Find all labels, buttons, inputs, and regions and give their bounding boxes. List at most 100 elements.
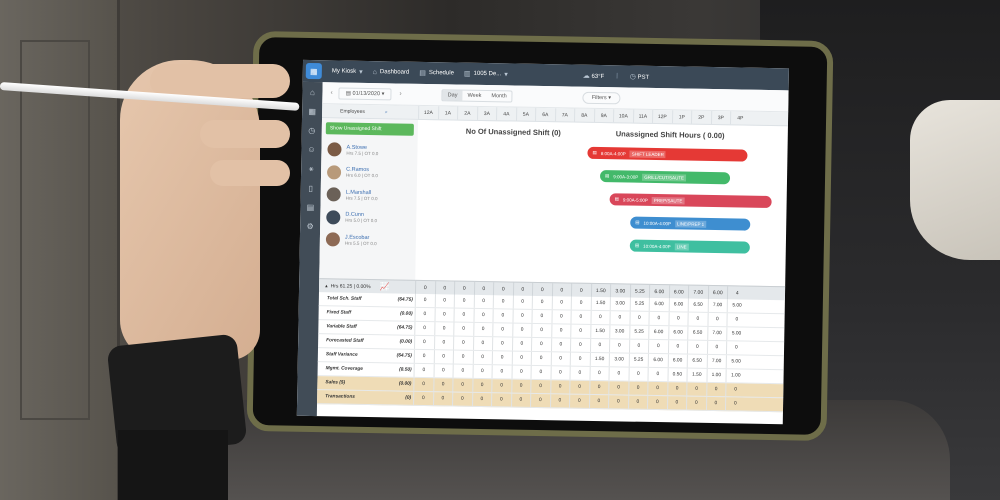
hour-header-cell: 1P <box>671 110 692 124</box>
table-cell: 0 <box>550 366 570 380</box>
app-logo-icon[interactable]: ▦ <box>305 62 322 80</box>
row-label: Mgmt. Coverage <box>325 366 364 372</box>
people-icon[interactable]: ☺ <box>307 145 315 154</box>
table-cell: 0 <box>569 338 590 352</box>
shift-bar[interactable]: ▤ 10:00A-4:00P LINE <box>629 239 750 254</box>
hour-header-cell: 9A <box>593 108 614 123</box>
network-icon[interactable]: ⚹ <box>309 164 314 174</box>
table-cell: 0 <box>453 336 473 350</box>
table-cell: 6.00 <box>647 353 668 368</box>
row-total: (64.75) <box>397 325 413 331</box>
employee-row[interactable]: J.Escobar Hrs 5.5 | OT 0.0 <box>320 228 416 252</box>
prev-day-button[interactable]: ‹ <box>330 89 332 96</box>
divider: | <box>616 73 618 80</box>
dashboard-label: Dashboard <box>379 69 410 76</box>
table-cell: 6.50 <box>687 326 707 340</box>
hour-header-cell: 1A <box>437 106 458 120</box>
nav-dashboard[interactable]: ⌂ Dashboard <box>373 69 410 77</box>
table-cell: 0 <box>414 321 434 336</box>
clock-icon[interactable]: ◷ <box>308 126 315 135</box>
home-icon: ⌂ <box>372 68 377 76</box>
employee-hours: Hrs 5.0 | OT 0.0 <box>345 217 378 224</box>
table-cell: 0 <box>551 296 571 310</box>
finger <box>150 64 290 98</box>
table-cell: 0 <box>492 309 513 323</box>
table-cell: 0 <box>628 339 649 353</box>
chart-icon[interactable]: 📈 <box>379 282 389 291</box>
table-cell: 0 <box>472 322 493 337</box>
schedule-label: Schedule <box>428 70 454 77</box>
home-icon[interactable]: ⌂ <box>310 88 315 97</box>
view-week-tab[interactable]: Week <box>462 90 486 100</box>
table-cell: 0 <box>589 338 610 353</box>
table-cell: 6.00 <box>668 298 688 312</box>
employee-row[interactable]: D.Cunn Hrs 5.0 | OT 0.0 <box>320 206 416 230</box>
employee-hours: Hrs 6.0 | OT 0.0 <box>345 172 378 179</box>
table-cell: 0 <box>549 380 570 394</box>
show-unassigned-button[interactable]: Show Unassigned Shift <box>325 122 414 136</box>
table-cell: 1.50 <box>686 368 707 382</box>
table-cell: 0 <box>530 393 550 408</box>
store-selector[interactable]: ▥ 1005 De... ▾ <box>464 70 508 79</box>
table-cell: 5.00 <box>726 327 746 341</box>
employee-row[interactable]: L.Marshall Hrs 7.5 | OT 0.0 <box>320 183 416 207</box>
table-cell: 0.50 <box>666 368 687 382</box>
employee-info: J.Escobar Hrs 5.5 | OT 0.0 <box>345 234 377 246</box>
table-cell: 0 <box>685 396 706 410</box>
table-cell: 0 <box>491 379 511 393</box>
weather-label: 63°F <box>591 73 605 81</box>
filters-label: Filters <box>591 94 607 101</box>
table-cell: 0 <box>608 339 629 353</box>
table-cell: 6.50 <box>687 298 708 312</box>
date-picker[interactable]: ▤ 01/13/2020 ▾ <box>338 86 392 100</box>
document-icon[interactable]: ▯ <box>309 184 314 193</box>
shift-bar[interactable]: ▤ 9:00A-5:00P PREP/SAUTE <box>609 193 772 209</box>
table-cell: 0 <box>510 393 531 407</box>
shift-gantt: No Of Unassigned Shift (0) Unassigned Sh… <box>415 120 788 286</box>
note-icon: ▤ <box>635 219 640 225</box>
chevron-up-icon[interactable]: ▴ <box>325 283 328 289</box>
table-cell: 0 <box>512 295 532 309</box>
view-month-tab[interactable]: Month <box>486 91 511 101</box>
unassigned-count-title: No Of Unassigned Shift (0) <box>465 126 561 138</box>
summary-cell: 6.00 <box>668 285 689 299</box>
calendar-icon[interactable]: ▤ <box>307 203 315 212</box>
table-cell: 0 <box>491 337 512 351</box>
chevron-down-icon: ▾ <box>359 68 363 76</box>
search-icon[interactable]: ⌕ <box>385 109 388 115</box>
door-frame <box>0 0 120 500</box>
settings-icon[interactable]: ⚙ <box>306 222 313 231</box>
shift-bar[interactable]: ▤ 10:00A-4:00P LINE/PREP 1 <box>630 216 751 231</box>
account-menu[interactable]: My Kiosk ▾ <box>332 67 363 76</box>
table-cell: 0 <box>510 379 531 393</box>
shift-bar[interactable]: ▤ 9:00A-3:00P GRILL/CUT/SAUTE <box>599 170 731 185</box>
view-day-tab[interactable]: Day <box>442 89 463 101</box>
table-cell: 0 <box>473 294 493 309</box>
row-total: (64.75) <box>397 297 413 303</box>
summary-cell: 4 <box>726 286 747 300</box>
filters-button[interactable]: Filters ▾ <box>582 91 621 104</box>
employee-info: D.Cunn Hrs 5.0 | OT 0.0 <box>345 212 377 224</box>
table-cell: 5.00 <box>726 299 747 313</box>
table-cell: 0 <box>550 352 570 366</box>
shift-bar[interactable]: ▤ 8:00A-4:00P SHIFT LEADER <box>587 146 748 162</box>
next-day-button[interactable]: › <box>399 91 401 98</box>
schedule-icon[interactable]: ▦ <box>308 107 316 116</box>
table-cell: 0 <box>471 378 492 393</box>
employee-info: L.Marshall Hrs 7.5 | OT 0.0 <box>346 189 378 201</box>
employee-row[interactable]: C.Ramos Hrs 6.0 | OT 0.0 <box>321 161 417 185</box>
employee-row[interactable]: A.Stowe Hrs 7.5 | OT 0.0 <box>321 138 417 162</box>
table-cell: 0 <box>414 307 435 322</box>
avatar <box>326 210 341 225</box>
hour-header-cell: 10A <box>612 109 633 123</box>
summary-cell: 7.00 <box>687 285 708 299</box>
nav-schedule[interactable]: ▤ Schedule <box>419 69 454 78</box>
hour-header-cell: 2P <box>690 110 711 124</box>
table-cell: 0 <box>472 308 493 323</box>
table-cell: 0 <box>472 336 493 351</box>
table-cell: 0 <box>570 324 590 338</box>
table-cell: 0 <box>666 382 687 396</box>
table-cell: 1.50 <box>590 296 610 311</box>
table-cell: 0 <box>569 394 589 408</box>
table-cell: 0 <box>588 366 609 381</box>
